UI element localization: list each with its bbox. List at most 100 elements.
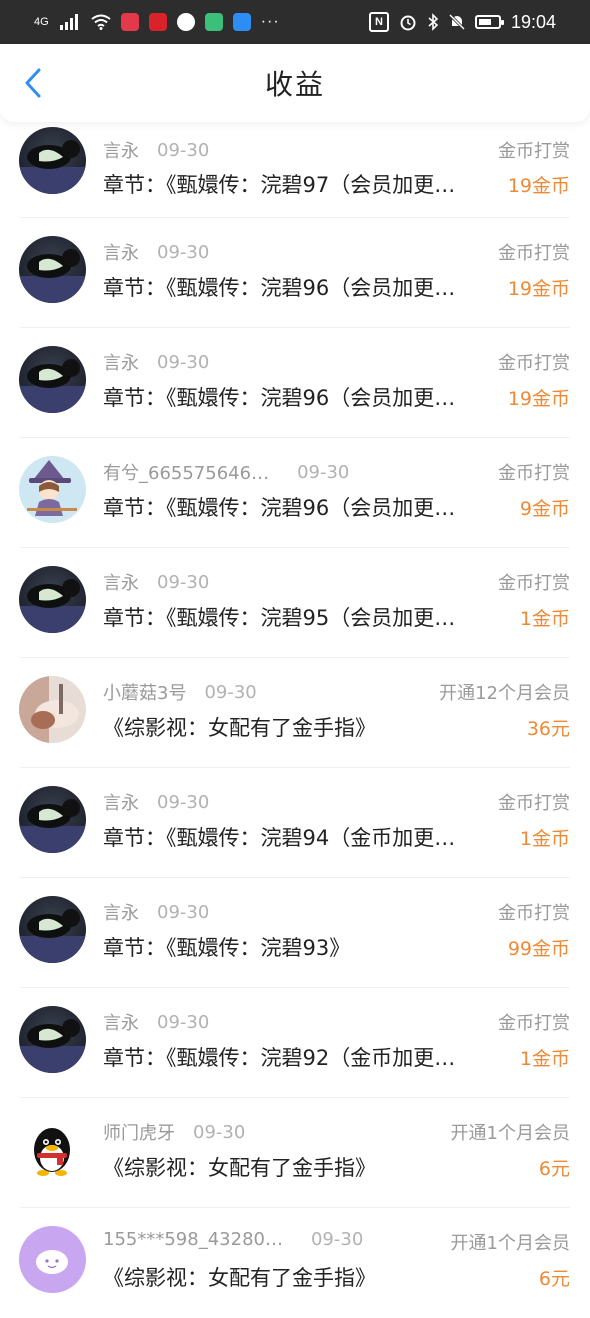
user-info: 言永 09-30: [103, 137, 209, 163]
item-description: 《综影视：女配有了金手指》: [103, 716, 376, 740]
app-icon-home: [204, 13, 223, 31]
user-info: 言永 09-30: [103, 569, 209, 595]
date: 09-30: [297, 461, 350, 483]
income-type: 金币打赏: [498, 903, 570, 924]
date: 09-30: [204, 681, 257, 703]
avatar: [19, 1006, 86, 1073]
avatar: [19, 1116, 86, 1183]
list-item[interactable]: 155***598_43280… 09-30 开通1个月会员 《综影视：女配有了…: [0, 1208, 590, 1318]
user-name: 155***598_43280…: [103, 1229, 283, 1250]
date: 09-30: [157, 571, 210, 593]
income-amount: 1金币: [519, 828, 570, 850]
item-description: 章节：《甄嬛传：浣碧92（金币加更…: [103, 1046, 456, 1070]
list-item[interactable]: 有兮_665575646… 09-30 金币打赏 章节：《甄嬛传：浣碧96（会员…: [0, 438, 590, 548]
income-type: 开通1个月会员: [450, 1233, 570, 1254]
list-item[interactable]: 言永 09-30 金币打赏 章节：《甄嬛传：浣碧95（会员加更… 1金币: [0, 548, 590, 658]
list-item[interactable]: 言永 09-30 金币打赏 章节：《甄嬛传：浣碧93》 99金币: [0, 878, 590, 988]
app-icon-compass: [176, 13, 195, 31]
user-name: 言永: [103, 573, 139, 594]
item-description: 章节：《甄嬛传：浣碧94（金币加更…: [103, 826, 456, 850]
user-name: 言永: [103, 793, 139, 814]
income-type: 金币打赏: [498, 573, 570, 594]
app-icon-cloud: [232, 13, 251, 31]
user-info: 小蘑菇3号 09-30: [103, 679, 257, 705]
income-amount: 1金币: [519, 608, 570, 630]
avatar: [19, 236, 86, 303]
list-item[interactable]: 言永 09-30 金币打赏 章节：《甄嬛传：浣碧97（会员加更… 19金币: [0, 125, 590, 218]
user-info: 言永 09-30: [103, 789, 209, 815]
item-description: 章节：《甄嬛传：浣碧96（会员加更…: [103, 276, 456, 300]
user-info: 言永 09-30: [103, 1009, 209, 1035]
income-type: 金币打赏: [498, 1013, 570, 1034]
income-type: 金币打赏: [498, 353, 570, 374]
user-info: 言永 09-30: [103, 899, 209, 925]
avatar: [19, 346, 86, 413]
avatar: [19, 786, 86, 853]
user-name: 言永: [103, 141, 139, 162]
item-description: 《综影视：女配有了金手指》: [103, 1266, 376, 1290]
date: 09-30: [157, 901, 210, 923]
user-name: 有兮_665575646…: [103, 463, 270, 484]
date: 09-30: [157, 1011, 210, 1033]
item-description: 《综影视：女配有了金手指》: [103, 1156, 376, 1180]
income-type: 开通12个月会员: [439, 683, 570, 704]
avatar: [19, 1226, 86, 1293]
status-right: N 19:04: [368, 12, 556, 33]
list-item[interactable]: 言永 09-30 金币打赏 章节：《甄嬛传：浣碧96（会员加更… 19金币: [0, 218, 590, 328]
user-name: 小蘑菇3号: [103, 683, 187, 704]
income-type: 开通1个月会员: [450, 1123, 570, 1144]
nfc-icon: N: [368, 12, 389, 32]
date: 09-30: [310, 1229, 364, 1250]
wifi-icon: [91, 14, 111, 30]
bluetooth-icon: [428, 13, 439, 31]
avatar: [19, 456, 86, 523]
chevron-left-icon: [25, 68, 41, 98]
income-amount: 19金币: [507, 278, 570, 300]
avatar: [19, 896, 86, 963]
list-item[interactable]: 言永 09-30 金币打赏 章节：《甄嬛传：浣碧96（会员加更… 19金币: [0, 328, 590, 438]
status-bar: 4G ··· N 19:04: [0, 0, 590, 44]
item-description: 章节：《甄嬛传：浣碧97（会员加更…: [103, 173, 456, 197]
user-name: 言永: [103, 903, 139, 924]
avatar: [19, 676, 86, 743]
user-info: 言永 09-30: [103, 349, 209, 375]
user-name: 师门虎牙: [103, 1123, 175, 1144]
list-item[interactable]: 师门虎牙 09-30 开通1个月会员 《综影视：女配有了金手指》 6元: [0, 1098, 590, 1208]
user-name: 言永: [103, 1013, 139, 1034]
income-amount: 1金币: [519, 1048, 570, 1070]
item-description: 章节：《甄嬛传：浣碧95（会员加更…: [103, 606, 456, 630]
top-header: 收益: [0, 44, 590, 122]
alarm-icon: [400, 15, 416, 31]
income-type: 金币打赏: [498, 463, 570, 484]
user-info: 师门虎牙 09-30: [103, 1119, 245, 1145]
avatar: [19, 127, 86, 194]
list-item[interactable]: 小蘑菇3号 09-30 开通12个月会员 《综影视：女配有了金手指》 36元: [0, 658, 590, 768]
list-item[interactable]: 言永 09-30 金币打赏 章节：《甄嬛传：浣碧94（金币加更… 1金币: [0, 768, 590, 878]
list-item[interactable]: 言永 09-30 金币打赏 章节：《甄嬛传：浣碧92（金币加更… 1金币: [0, 988, 590, 1098]
item-description: 章节：《甄嬛传：浣碧96（会员加更…: [103, 496, 456, 520]
income-type: 金币打赏: [498, 243, 570, 264]
battery-icon: [474, 15, 504, 29]
date: 09-30: [157, 351, 210, 373]
more-notifications-icon: ···: [260, 13, 280, 30]
item-description: 章节：《甄嬛传：浣碧93》: [103, 936, 351, 960]
user-info: 155***598_43280… 09-30: [103, 1229, 363, 1250]
mute-bell-icon: [448, 13, 465, 31]
app-icon-red: [120, 13, 139, 31]
item-description: 章节：《甄嬛传：浣碧96（会员加更…: [103, 386, 456, 410]
income-type: 金币打赏: [498, 141, 570, 162]
back-button[interactable]: [18, 68, 48, 98]
income-amount: 99金币: [507, 938, 570, 960]
date: 09-30: [157, 791, 210, 813]
user-name: 言永: [103, 353, 139, 374]
user-info: 有兮_665575646… 09-30: [103, 459, 349, 485]
income-amount: 6元: [538, 1268, 570, 1290]
date: 09-30: [157, 139, 210, 161]
user-info: 言永 09-30: [103, 239, 209, 265]
signal-icon: [59, 14, 78, 30]
date: 09-30: [157, 241, 210, 263]
page-title: 收益: [264, 68, 325, 101]
avatar: [19, 566, 86, 633]
user-name: 言永: [103, 243, 139, 264]
status-left: 4G ···: [34, 13, 280, 31]
